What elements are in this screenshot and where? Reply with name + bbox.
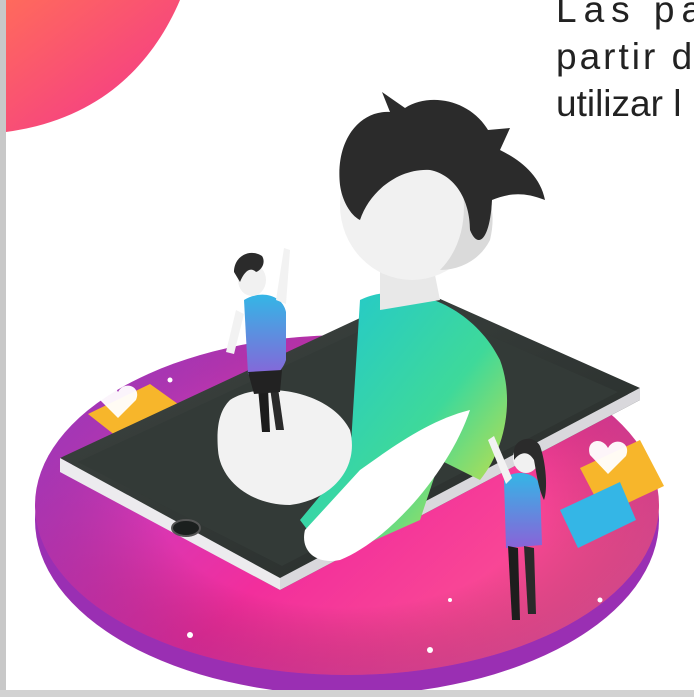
image-frame-bottom-border [0,690,694,697]
smartphone-users-illustration [6,0,664,695]
corner-accent-shape [6,0,180,132]
